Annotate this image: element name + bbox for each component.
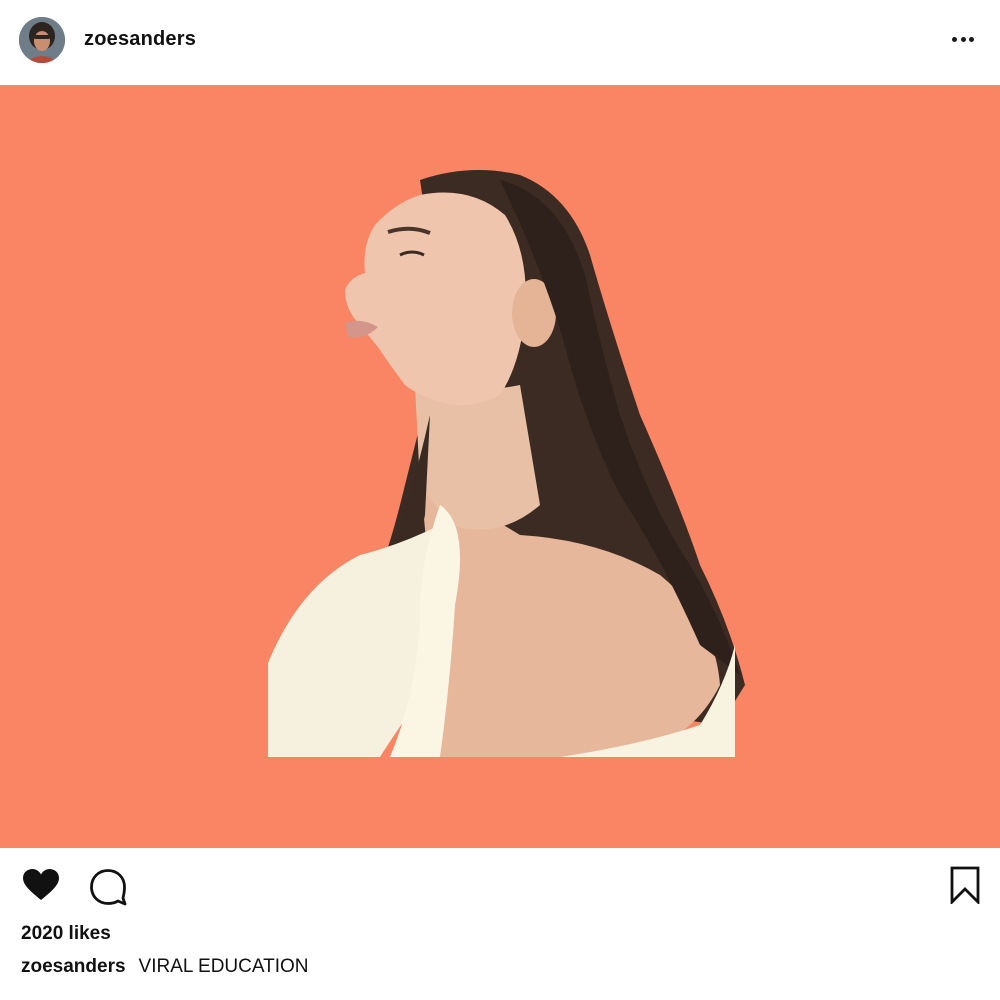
more-horizontal-icon (951, 36, 957, 42)
avatar-image (19, 17, 65, 63)
post-caption: zoesanders VIRAL EDUCATION (21, 956, 309, 978)
action-bar (0, 848, 1000, 928)
save-button[interactable] (950, 866, 980, 909)
post-header: zoesanders (0, 0, 1000, 84)
heart-icon (23, 869, 59, 900)
comment-bubble-icon (90, 869, 127, 906)
caption-text: VIRAL EDUCATION (138, 956, 309, 977)
avatar[interactable] (19, 17, 65, 63)
comment-button[interactable] (89, 868, 127, 911)
portrait-photo (0, 85, 1000, 848)
likes-count[interactable]: 2020 likes (21, 923, 111, 945)
caption-username[interactable]: zoesanders (21, 956, 126, 977)
bookmark-icon (950, 866, 980, 906)
post-image[interactable] (0, 85, 1000, 848)
more-options-button[interactable] (946, 26, 980, 52)
post-username[interactable]: zoesanders (84, 28, 196, 51)
like-button[interactable] (22, 868, 60, 907)
